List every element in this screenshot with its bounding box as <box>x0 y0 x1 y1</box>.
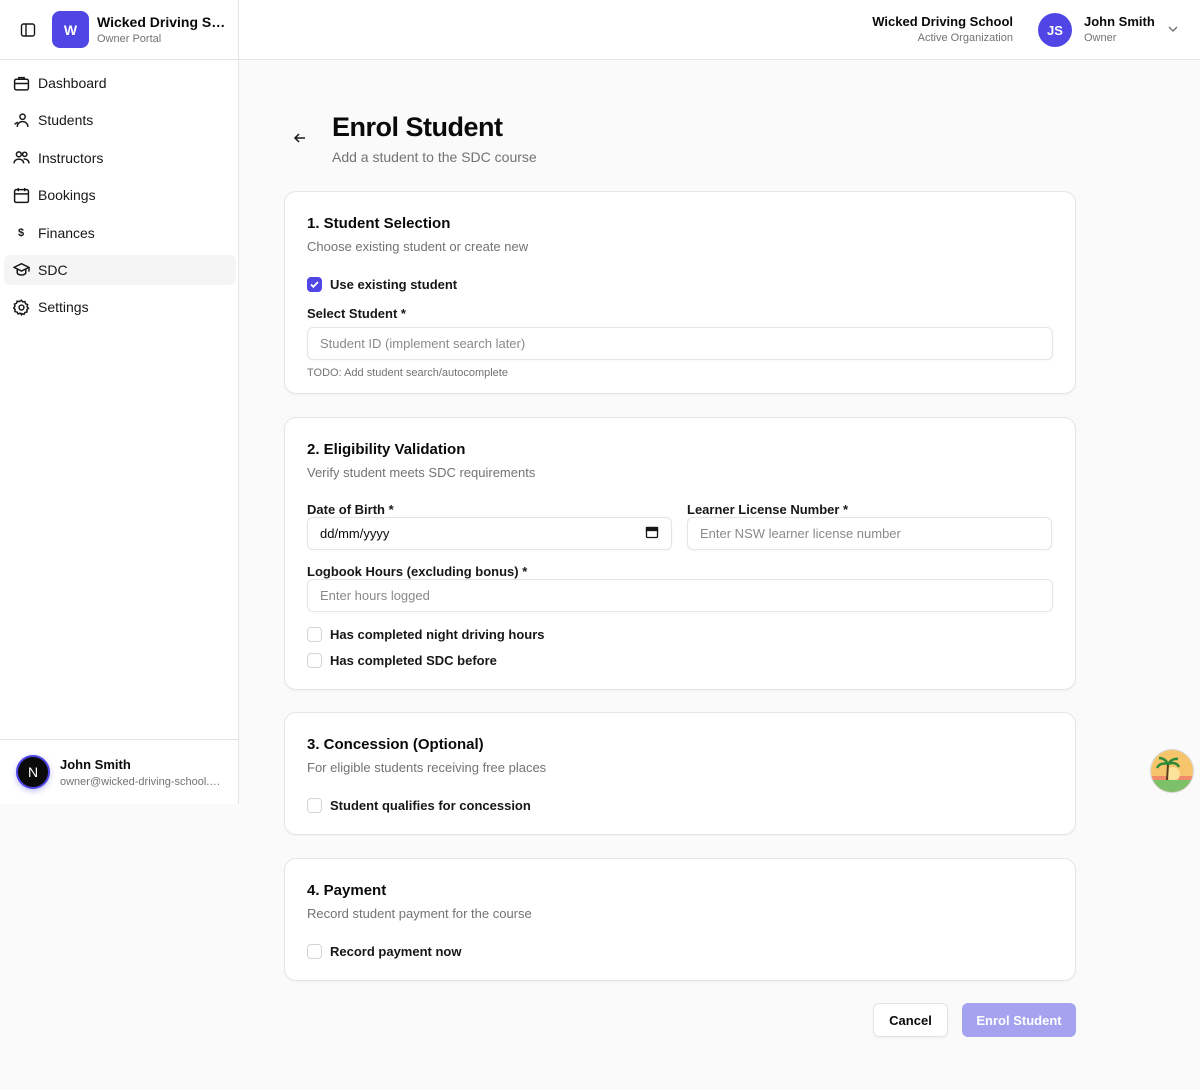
record-payment-checkbox[interactable] <box>307 944 322 959</box>
field-hint: TODO: Add student search/autocomplete <box>307 367 508 379</box>
card-title: 4. Payment <box>307 882 387 899</box>
use-existing-student-checkbox[interactable] <box>307 277 322 292</box>
header-org-status: Active Organization <box>917 32 1013 44</box>
sidebar-item-label: Settings <box>38 299 89 316</box>
checkbox-label: Record payment now <box>330 944 462 959</box>
top-header: Wicked Driving School Active Organizatio… <box>239 0 1200 60</box>
check-icon <box>310 281 319 289</box>
concession-card: 3. Concession (Optional) For eligible st… <box>284 712 1076 835</box>
payment-card: 4. Payment Record student payment for th… <box>284 858 1076 981</box>
eligibility-validation-card: 2. Eligibility Validation Verify student… <box>284 417 1076 690</box>
tropical-beach-icon <box>1151 750 1193 792</box>
concession-row[interactable]: Student qualifies for concession <box>307 798 1053 813</box>
back-button[interactable] <box>284 124 316 156</box>
calendar-icon <box>12 186 30 204</box>
sidebar-item-dashboard[interactable]: Dashboard <box>4 68 236 98</box>
sdc-before-checkbox[interactable] <box>307 653 322 668</box>
page-subtitle: Add a student to the SDC course <box>332 149 537 165</box>
night-driving-row[interactable]: Has completed night driving hours <box>307 627 1053 642</box>
cancel-button[interactable]: Cancel <box>873 1003 948 1037</box>
sidebar-item-finances[interactable]: $ Finances <box>4 218 236 248</box>
gear-icon <box>12 298 30 316</box>
card-description: Choose existing student or create new <box>307 239 529 254</box>
card-title: 1. Student Selection <box>307 215 451 232</box>
learner-license-input[interactable]: Enter NSW learner license number <box>687 517 1052 550</box>
logbook-hours-input[interactable]: Enter hours logged <box>307 579 1053 612</box>
field-label: Select Student * <box>307 306 406 321</box>
sidebar: W Wicked Driving School Owner Portal Das… <box>0 0 239 804</box>
avatar[interactable]: JS <box>1038 13 1072 47</box>
field-label: Learner License Number * <box>687 502 849 517</box>
org-switcher[interactable]: Wicked Driving School Owner Portal <box>97 14 227 45</box>
card-title: 2. Eligibility Validation <box>307 441 466 458</box>
calendar-icon[interactable] <box>645 525 659 542</box>
dollar-icon: $ <box>17 226 25 239</box>
sidebar-user-menu[interactable]: N John Smith owner@wicked-driving-school… <box>0 739 238 804</box>
user-name: John Smith <box>60 756 131 772</box>
page-title: Enrol Student <box>332 112 503 142</box>
card-description: Verify student meets SDC requirements <box>307 465 536 480</box>
chevron-down-icon[interactable] <box>1166 22 1180 36</box>
student-id-input[interactable]: Student ID (implement search later) <box>307 327 1053 360</box>
active-organization: Wicked Driving School Active Organizatio… <box>872 14 1013 44</box>
sidebar-item-label: Dashboard <box>38 75 107 91</box>
user-email: owner@wicked-driving-school.com <box>60 775 222 788</box>
sidebar-item-bookings[interactable]: Bookings <box>4 180 236 210</box>
sdc-before-row[interactable]: Has completed SDC before <box>307 653 1053 668</box>
sidebar-item-settings[interactable]: Settings <box>4 292 236 322</box>
card-description: For eligible students receiving free pla… <box>307 760 547 775</box>
enrol-student-button[interactable]: Enrol Student <box>962 1003 1076 1037</box>
sidebar-item-label: Finances <box>38 224 95 241</box>
header-user-role: Owner <box>1084 32 1117 44</box>
sidebar-item-label: Bookings <box>38 187 96 204</box>
student-selection-card: 1. Student Selection Choose existing stu… <box>284 191 1076 394</box>
page-header: Enrol Student Add a student to the SDC c… <box>284 112 537 165</box>
checkbox-label: Has completed night driving hours <box>330 627 545 642</box>
assistant-avatar[interactable] <box>1150 749 1194 793</box>
avatar: N <box>16 755 50 789</box>
sidebar-item-label: Instructors <box>38 149 104 166</box>
use-existing-student-row[interactable]: Use existing student <box>307 277 1053 292</box>
concession-checkbox[interactable] <box>307 798 322 813</box>
sidebar-toggle-icon[interactable] <box>19 21 37 39</box>
org-name: Wicked Driving School <box>97 14 227 30</box>
date-of-birth-input[interactable]: dd/mm/yyyy <box>307 517 672 550</box>
card-title: 3. Concession (Optional) <box>307 736 484 753</box>
checkbox-label: Has completed SDC before <box>330 653 497 668</box>
header-user-name: John Smith <box>1084 14 1155 29</box>
field-label: Logbook Hours (excluding bonus) * <box>307 564 528 579</box>
card-description: Record student payment for the course <box>307 906 532 921</box>
sidebar-item-label: Students <box>38 112 94 129</box>
sidebar-item-students[interactable]: Students <box>4 105 236 135</box>
graduation-cap-icon <box>12 261 30 279</box>
sidebar-item-instructors[interactable]: Instructors <box>4 143 236 173</box>
org-subtitle: Owner Portal <box>97 33 162 45</box>
night-driving-checkbox[interactable] <box>307 627 322 642</box>
checkbox-label: Student qualifies for concession <box>330 798 531 813</box>
user-menu[interactable]: John Smith Owner <box>1084 14 1155 44</box>
org-logo[interactable]: W <box>52 11 89 48</box>
sidebar-item-label: SDC <box>38 261 68 278</box>
sidebar-header: W Wicked Driving School Owner Portal <box>0 0 238 60</box>
date-value: dd/mm/yyyy <box>320 526 390 541</box>
record-payment-row[interactable]: Record payment now <box>307 944 1053 959</box>
users-icon <box>12 149 30 167</box>
checkbox-label: Use existing student <box>330 277 458 292</box>
briefcase-icon <box>12 74 30 92</box>
student-icon <box>12 111 30 129</box>
sidebar-nav: Dashboard Students Instructors Bookings … <box>0 60 238 322</box>
header-org-name: Wicked Driving School <box>872 14 1013 29</box>
field-label: Date of Birth * <box>307 502 394 517</box>
sidebar-item-sdc[interactable]: SDC <box>4 254 236 285</box>
arrow-left-icon <box>293 131 307 150</box>
